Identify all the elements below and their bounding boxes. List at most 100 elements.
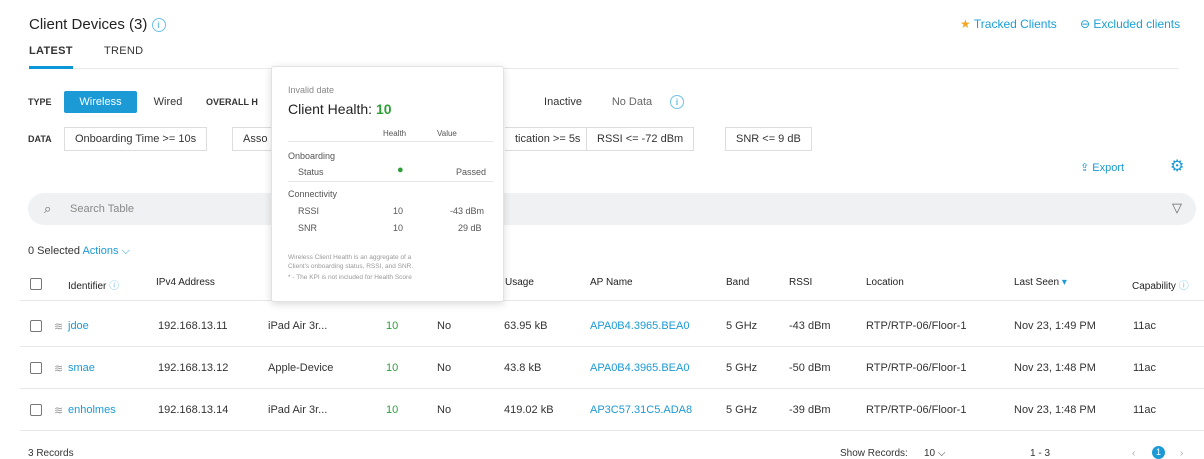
popover-rssi-value: -43 dBm xyxy=(450,206,485,216)
chevron-down-icon[interactable]: ⌵ xyxy=(122,245,130,257)
page-1-button[interactable]: 1 xyxy=(1152,446,1165,459)
col-identifier[interactable]: Identifier ⓘ xyxy=(68,277,119,292)
rssi-cell: -43 dBm xyxy=(789,320,831,332)
status-dot-icon: ● xyxy=(397,164,404,176)
overall-health-label: OVERALL H xyxy=(206,97,258,107)
identifier-link[interactable]: enholmes xyxy=(68,404,116,416)
search-input[interactable]: Search Table xyxy=(70,203,134,215)
tracked-clients-link[interactable]: ★ Tracked Clients xyxy=(960,17,1057,31)
wired-toggle[interactable]: Wired xyxy=(140,91,196,113)
popover-rssi-label: RSSI xyxy=(298,206,320,216)
last-seen-cell: Nov 23, 1:48 PM xyxy=(1014,362,1096,374)
row-divider xyxy=(20,388,1204,389)
selection-summary: 0 Selected Actions ⌵ xyxy=(28,245,130,258)
popover-snr-health: 10 xyxy=(393,223,404,233)
band-cell: 5 GHz xyxy=(726,362,758,374)
popover-note-2: Client's onboarding status, RSSI, and SN… xyxy=(288,263,414,270)
select-all-checkbox[interactable] xyxy=(30,278,42,290)
chevron-down-icon: ⌵ xyxy=(937,448,946,459)
filter-info-icon[interactable]: i xyxy=(670,95,684,109)
row-divider xyxy=(20,346,1204,347)
records-count: 3 Records xyxy=(28,448,74,459)
ap-name-link[interactable]: APA0B4.3965.BEA0 xyxy=(590,362,689,374)
chip-association[interactable]: Asso xyxy=(232,127,272,151)
prev-page-icon[interactable]: ‹ xyxy=(1132,448,1135,459)
tabs-divider xyxy=(29,68,1179,69)
tab-trend[interactable]: TREND xyxy=(104,45,143,57)
rssi-cell: -39 dBm xyxy=(789,404,831,416)
excluded-clients-label: Excluded clients xyxy=(1093,17,1181,31)
identifier-link[interactable]: jdoe xyxy=(68,320,89,332)
col-rssi[interactable]: RSSI xyxy=(789,277,812,288)
row-checkbox[interactable] xyxy=(30,404,42,416)
settings-gear-icon[interactable]: ⚙ xyxy=(1170,156,1184,176)
col-ipv4[interactable]: IPv4 Address xyxy=(156,277,215,288)
search-bar[interactable]: ⌕ Search Table ▽ xyxy=(28,193,1196,225)
popover-snr-label: SNR xyxy=(298,223,318,233)
export-button[interactable]: ⇪ Export xyxy=(1080,161,1124,174)
location-cell: RTP/RTP-06/Floor-1 xyxy=(866,362,967,374)
health-cell[interactable]: 10 xyxy=(386,404,398,416)
usage-cell: 419.02 kB xyxy=(504,404,554,416)
health-cell[interactable]: 10 xyxy=(386,320,398,332)
page-title-text: Client Devices (3) xyxy=(29,16,148,33)
capability-cell: 11ac xyxy=(1133,320,1157,332)
popover-title-text: Client Health: xyxy=(288,101,373,117)
popover-status-label: Status xyxy=(298,167,324,177)
col-identifier-label: Identifier xyxy=(68,281,107,292)
row-divider xyxy=(20,430,1204,431)
popover-date: Invalid date xyxy=(288,85,335,95)
col-usage[interactable]: Usage xyxy=(505,277,534,288)
chip-snr[interactable]: SNR <= 9 dB xyxy=(725,127,812,151)
row-checkbox[interactable] xyxy=(30,320,42,332)
location-cell: RTP/RTP-06/Floor-1 xyxy=(866,320,967,332)
data-label: DATA xyxy=(28,134,52,144)
tab-latest[interactable]: LATEST xyxy=(29,45,73,57)
ipv4-cell: 192.168.13.11 xyxy=(158,320,228,332)
identifier-link[interactable]: smae xyxy=(68,362,95,374)
header-divider xyxy=(20,300,1204,301)
ap-name-link[interactable]: AP3C57.31C5.ADA8 xyxy=(590,404,692,416)
tab-active-indicator xyxy=(29,66,73,69)
popover-divider xyxy=(288,141,493,142)
col-ap-name[interactable]: AP Name xyxy=(590,277,633,288)
col-location[interactable]: Location xyxy=(866,277,904,288)
capability-cell: 11ac xyxy=(1133,404,1157,416)
export-icon: ⇪ xyxy=(1080,162,1090,174)
popover-title: Client Health: 10 xyxy=(288,101,392,117)
device-cell: Apple-Device xyxy=(268,362,334,374)
col-capability[interactable]: Capability ⓘ xyxy=(1132,277,1189,292)
chip-authentication[interactable]: tication >= 5s xyxy=(505,127,592,151)
popover-status-value: Passed xyxy=(456,167,487,177)
ipv4-cell: 192.168.13.14 xyxy=(158,404,229,416)
wifi-icon: ≋ xyxy=(54,405,64,417)
health-cell[interactable]: 10 xyxy=(386,362,398,374)
excluded-clients-link[interactable]: ⊖ Excluded clients xyxy=(1080,17,1180,31)
col-last-seen[interactable]: Last Seen ▾ xyxy=(1014,277,1067,288)
wireless-toggle[interactable]: Wireless xyxy=(64,91,137,113)
popover-score: 10 xyxy=(375,101,392,117)
show-records-select[interactable]: 10 ⌵ xyxy=(924,448,946,459)
band-cell: 5 GHz xyxy=(726,320,758,332)
last-seen-cell: Nov 23, 1:48 PM xyxy=(1014,404,1096,416)
page-range: 1 - 3 xyxy=(1030,448,1051,459)
rssi-cell: -50 dBm xyxy=(789,362,831,374)
info-icon[interactable]: i xyxy=(151,18,166,33)
ap-name-link[interactable]: APA0B4.3965.BEA0 xyxy=(590,320,689,332)
nodata-filter[interactable]: No Data xyxy=(602,91,662,113)
actions-menu[interactable]: Actions xyxy=(82,245,118,257)
location-cell: RTP/RTP-06/Floor-1 xyxy=(866,404,967,416)
info-icon: ⓘ xyxy=(109,281,120,292)
last-seen-cell: Nov 23, 1:49 PM xyxy=(1014,320,1096,332)
next-page-icon[interactable]: › xyxy=(1180,448,1183,459)
chip-onboarding[interactable]: Onboarding Time >= 10s xyxy=(64,127,208,151)
col-capability-label: Capability xyxy=(1132,281,1176,292)
row-checkbox[interactable] xyxy=(30,362,42,374)
filter-icon[interactable]: ▽ xyxy=(1172,200,1182,216)
inactive-filter[interactable]: Inactive xyxy=(528,91,598,113)
chip-rssi[interactable]: RSSI <= -72 dBm xyxy=(586,127,695,151)
col-band[interactable]: Band xyxy=(726,277,749,288)
popover-col-health: Health xyxy=(383,129,407,138)
page-title: Client Devices (3) i xyxy=(29,16,166,33)
capability-cell: 11ac xyxy=(1133,362,1157,374)
